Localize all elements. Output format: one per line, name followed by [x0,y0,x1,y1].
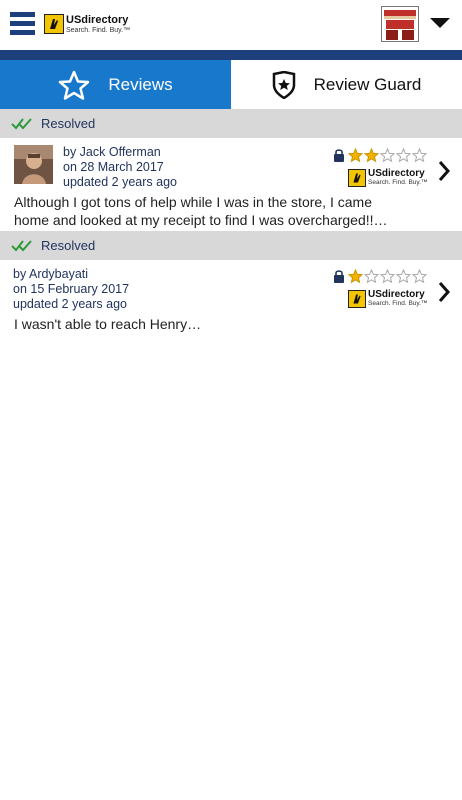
walking-fingers-icon [44,14,64,34]
source-tagline: Search. Find. Buy.™ [368,179,428,187]
review-item[interactable]: by Jack Offerman on 28 March 2017 update… [0,138,462,230]
review-item[interactable]: by Ardybayati on 15 February 2017 update… [0,260,462,340]
resolved-status-bar: Resolved [0,109,462,138]
header-accent-bar [0,50,462,60]
star-empty-icon [380,148,395,163]
star-filled-icon [364,148,379,163]
brand-name: USdirectory [66,13,129,26]
star-empty-icon [396,269,411,284]
business-thumbnail[interactable] [381,6,419,42]
review-text-line: home and looked at my receipt to find I … [14,212,388,228]
menu-icon[interactable] [10,12,35,36]
walking-fingers-icon [348,169,366,187]
status-label: Resolved [41,238,96,253]
star-filled-icon [348,269,363,284]
review-date: on 15 February 2017 [13,282,130,296]
app-header: USdirectory Search. Find. Buy.™ [0,0,462,50]
review-text-line: Although I got tons of help while I was … [14,194,372,210]
source-brand: USdirectory [368,289,425,301]
star-icon [58,70,90,100]
review-source-logo: USdirectory Search. Find. Buy.™ [348,169,428,187]
review-date: on 28 March 2017 [63,160,164,174]
brand-tagline: Search. Find. Buy.™ [66,26,131,34]
tab-review-guard[interactable]: Review Guard [231,60,462,109]
tab-label: Review Guard [313,74,422,94]
star-rating [348,269,428,284]
usdirectory-logo: USdirectory Search. Find. Buy.™ [44,13,130,35]
review-updated: updated 2 years ago [63,175,177,189]
double-check-icon [11,117,35,131]
star-empty-icon [396,148,411,163]
star-empty-icon [412,269,427,284]
chevron-right-icon[interactable] [437,281,451,303]
review-updated: updated 2 years ago [13,297,127,311]
tab-reviews[interactable]: Reviews [0,60,231,109]
review-source-logo: USdirectory Search. Find. Buy.™ [348,290,428,308]
resolved-status-bar: Resolved [0,231,462,260]
lock-icon [333,148,345,162]
star-filled-icon [348,148,363,163]
chevron-right-icon[interactable] [437,160,451,182]
chevron-down-icon[interactable] [430,18,450,28]
shield-icon [272,70,296,99]
star-empty-icon [380,269,395,284]
source-brand: USdirectory [368,168,425,180]
star-rating [348,148,428,163]
source-tagline: Search. Find. Buy.™ [368,300,428,308]
review-text-line: I wasn't able to reach Henry… [14,316,202,332]
review-author: by Jack Offerman [63,145,161,159]
lock-icon [333,269,345,283]
tab-bar: Reviews Review Guard [0,60,462,109]
walking-fingers-icon [348,290,366,308]
star-empty-icon [412,148,427,163]
reviewer-avatar [14,145,53,184]
status-label: Resolved [41,116,96,131]
review-author: by Ardybayati [13,267,89,281]
double-check-icon [11,239,35,253]
star-empty-icon [364,269,379,284]
tab-label: Reviews [108,74,173,94]
